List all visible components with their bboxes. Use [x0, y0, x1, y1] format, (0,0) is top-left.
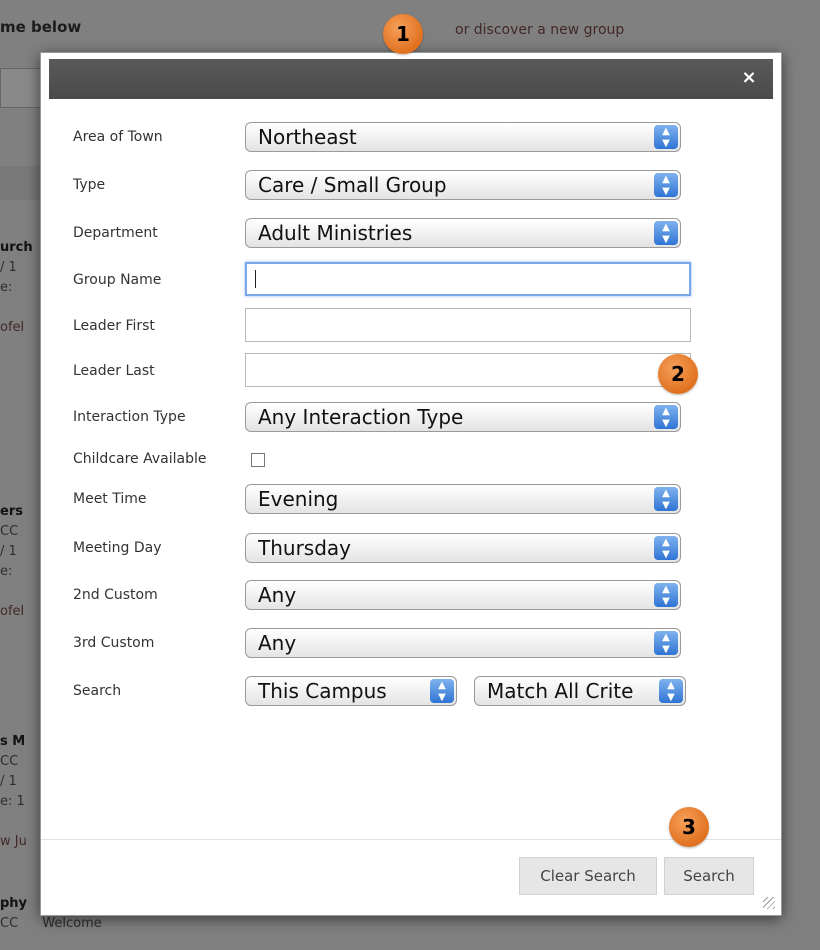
meeting-day-row: Meeting Day Thursday ▲ ▼ — [73, 530, 733, 566]
clear-search-button[interactable]: Clear Search — [519, 857, 657, 895]
department-select[interactable]: Adult Ministries ▲ ▼ — [245, 218, 681, 248]
meeting-day-select[interactable]: Thursday ▲ ▼ — [245, 533, 681, 563]
dialog-titlebar[interactable]: × — [49, 59, 773, 99]
select-arrows-icon: ▲ ▼ — [654, 173, 678, 197]
interaction-type-label: Interaction Type — [73, 409, 186, 425]
select-value: Any Interaction Type — [258, 405, 464, 429]
meet-time-label: Meet Time — [73, 491, 147, 507]
leader-first-label: Leader First — [73, 318, 155, 334]
select-value: Care / Small Group — [258, 173, 447, 197]
footer-divider — [41, 839, 781, 840]
select-arrows-icon: ▲ ▼ — [654, 583, 678, 607]
select-value: Adult Ministries — [258, 221, 413, 245]
search-scope-select[interactable]: This Campus ▲ ▼ — [245, 676, 457, 706]
annotation-badge-3: 3 — [669, 807, 709, 847]
meeting-day-label: Meeting Day — [73, 540, 162, 556]
search-dialog: × Area of Town Northeast ▲ ▼ Type Care / … — [40, 52, 782, 916]
type-label: Type — [73, 177, 106, 193]
childcare-checkbox[interactable] — [251, 453, 265, 467]
select-arrows-icon: ▲ ▼ — [654, 221, 678, 245]
type-select[interactable]: Care / Small Group ▲ ▼ — [245, 170, 681, 200]
group-name-label: Group Name — [73, 272, 162, 288]
select-value: This Campus — [258, 679, 387, 703]
leader-last-label: Leader Last — [73, 363, 155, 379]
custom-2-select[interactable]: Any ▲ ▼ — [245, 580, 681, 610]
select-arrows-icon: ▲ ▼ — [430, 679, 454, 703]
childcare-row: Childcare Available — [73, 441, 733, 477]
custom-2-row: 2nd Custom Any ▲ ▼ — [73, 577, 733, 613]
custom-3-select[interactable]: Any ▲ ▼ — [245, 628, 681, 658]
custom-2-label: 2nd Custom — [73, 587, 158, 603]
select-value: Northeast — [258, 125, 357, 149]
select-value: Thursday — [258, 536, 351, 560]
select-value: Evening — [258, 487, 339, 511]
search-scope-row: Search This Campus ▲ ▼ Match All Crite ▲ ▼ — [73, 673, 733, 709]
area-of-town-select[interactable]: Northeast ▲ ▼ — [245, 122, 681, 152]
custom-3-label: 3rd Custom — [73, 635, 155, 651]
select-arrows-icon: ▲ ▼ — [654, 125, 678, 149]
meet-time-row: Meet Time Evening ▲ ▼ — [73, 481, 733, 517]
search-label: Search — [73, 683, 122, 699]
select-arrows-icon: ▲ ▼ — [654, 536, 678, 560]
select-arrows-icon: ▲ ▼ — [654, 405, 678, 429]
annotation-badge-1: 1 — [383, 14, 423, 54]
leader-first-row: Leader First — [73, 308, 733, 344]
interaction-type-select[interactable]: Any Interaction Type ▲ ▼ — [245, 402, 681, 432]
resize-grip-icon[interactable] — [763, 897, 775, 909]
interaction-type-row: Interaction Type Any Interaction Type ▲ ▼ — [73, 399, 733, 435]
leader-first-input[interactable] — [245, 308, 691, 342]
custom-3-row: 3rd Custom Any ▲ ▼ — [73, 625, 733, 661]
search-button[interactable]: Search — [664, 857, 754, 895]
department-label: Department — [73, 225, 158, 241]
close-icon[interactable]: × — [739, 68, 759, 88]
leader-last-row: Leader Last — [73, 353, 733, 389]
childcare-label: Childcare Available — [73, 451, 207, 467]
select-arrows-icon: ▲ ▼ — [659, 679, 683, 703]
meet-time-select[interactable]: Evening ▲ ▼ — [245, 484, 681, 514]
leader-last-input[interactable] — [245, 353, 691, 387]
match-criteria-select[interactable]: Match All Crite ▲ ▼ — [474, 676, 686, 706]
select-value: Any — [258, 583, 297, 607]
select-value: Match All Crite — [487, 679, 634, 703]
type-row: Type Care / Small Group ▲ ▼ — [73, 167, 733, 203]
select-arrows-icon: ▲ ▼ — [654, 631, 678, 655]
select-value: Any — [258, 631, 297, 655]
annotation-badge-2: 2 — [658, 354, 698, 394]
area-of-town-label: Area of Town — [73, 129, 163, 145]
department-row: Department Adult Ministries ▲ ▼ — [73, 215, 733, 251]
select-arrows-icon: ▲ ▼ — [654, 487, 678, 511]
group-name-input[interactable] — [245, 262, 691, 296]
text-caret — [255, 270, 256, 288]
group-name-row: Group Name — [73, 262, 733, 298]
area-of-town-row: Area of Town Northeast ▲ ▼ — [73, 119, 733, 155]
